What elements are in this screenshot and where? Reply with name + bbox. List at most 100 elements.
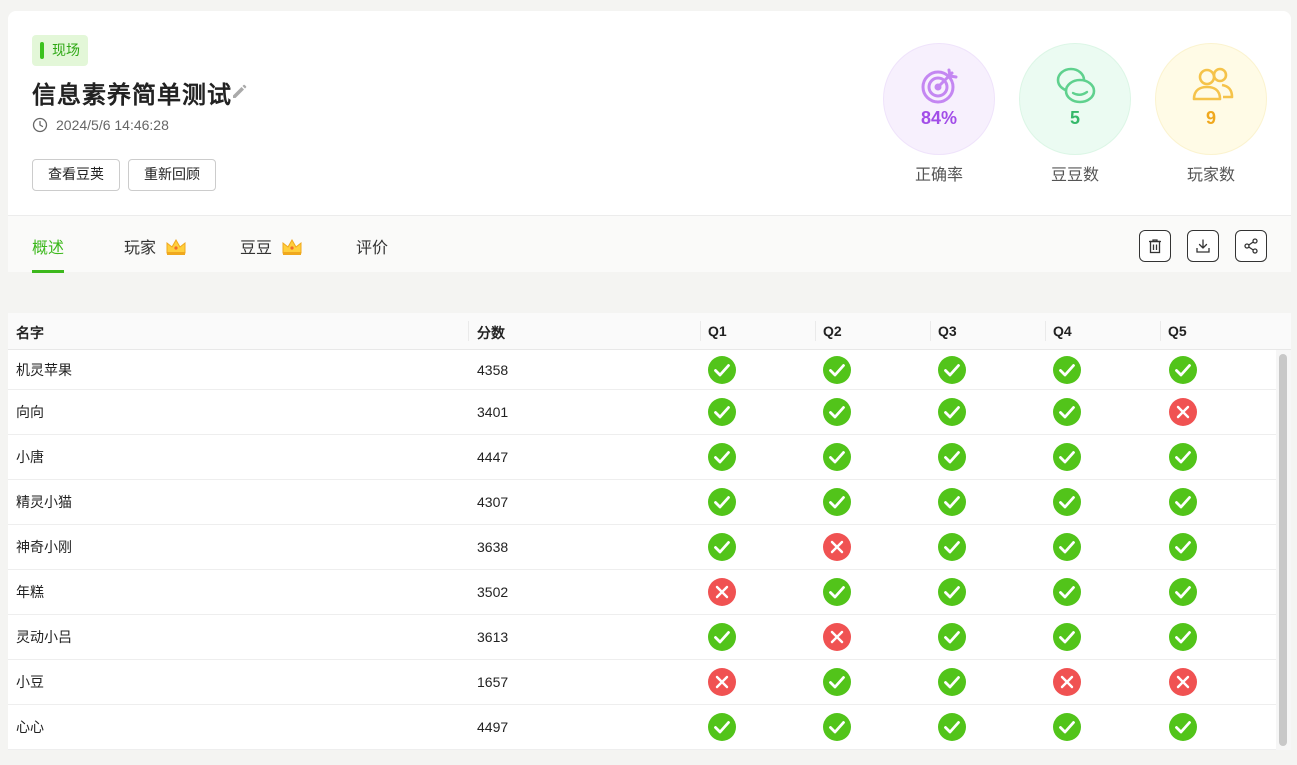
correct-check-icon [823,713,851,741]
table-row: 年糕 3502 [8,570,1276,615]
correct-check-icon [1169,355,1197,384]
table-row: 精灵小猫 4307 [8,480,1276,525]
col-q3-header: Q3 [938,323,957,339]
correct-check-icon [1053,713,1081,741]
correct-check-icon [823,578,851,606]
tab-overview-label: 概述 [32,238,65,257]
correct-check-icon [708,713,736,741]
wrong-cross-icon [708,578,736,606]
view-pods-button[interactable]: 查看豆荚 [32,159,120,191]
delete-button[interactable] [1139,230,1171,262]
player-score: 3401 [477,404,509,420]
correct-check-icon [823,398,851,426]
correct-check-icon [708,355,736,384]
tab-beans[interactable]: 豆豆 [240,234,303,258]
column-divider [815,321,816,341]
correct-check-icon [938,578,966,606]
column-divider [930,321,931,341]
share-button[interactable] [1235,230,1267,262]
stat-accuracy-circle: 84% [883,43,995,155]
wrong-cross-icon [823,623,851,651]
correct-check-icon [823,443,851,471]
correct-check-icon [1169,623,1197,651]
player-name: 精灵小猫 [16,494,72,510]
correct-check-icon [1053,443,1081,471]
wrong-cross-icon [1169,668,1197,696]
wrong-cross-icon [708,668,736,696]
tab-reviews[interactable]: 评价 [356,234,388,258]
correct-check-icon [708,488,736,516]
player-score: 1657 [477,674,509,690]
col-score-header: 分数 [477,325,505,341]
wrong-cross-icon [1053,668,1081,696]
tab-players-label: 玩家 [124,238,157,257]
col-name-header: 名字 [16,325,44,341]
correct-check-icon [1053,398,1081,426]
share-icon [1244,238,1258,254]
player-name: 神奇小刚 [16,539,72,555]
edit-icon[interactable] [230,82,248,105]
correct-check-icon [938,713,966,741]
replay-button[interactable]: 重新回顾 [128,159,216,191]
download-button[interactable] [1187,230,1219,262]
players-value: 9 [1205,108,1216,128]
correct-check-icon [1053,578,1081,606]
correct-check-icon [1053,355,1081,384]
col-q4-header: Q4 [1053,323,1072,339]
table-row: 心心 4497 [8,705,1276,750]
correct-check-icon [1169,488,1197,516]
correct-check-icon [938,488,966,516]
tab-bar: 概述 玩家 豆豆 评价 [8,215,1291,273]
quiz-datetime: 2024/5/6 14:46:28 [56,117,169,133]
player-name: 灵动小吕 [16,629,72,645]
tab-overview[interactable]: 概述 [32,234,64,258]
correct-check-icon [938,355,966,384]
tab-beans-label: 豆豆 [240,238,273,257]
player-score: 4447 [477,449,509,465]
tag-label: 现场 [52,42,80,58]
player-score: 3638 [477,539,509,555]
stat-players-circle: 9 [1155,43,1267,155]
correct-check-icon [1169,713,1197,741]
scrollbar-thumb[interactable] [1279,354,1287,746]
clock-icon [32,117,48,138]
player-score: 3502 [477,584,509,600]
correct-check-icon [938,398,966,426]
tab-players[interactable]: 玩家 [124,234,187,258]
crown-icon [282,238,302,255]
crown-icon [166,238,186,255]
results-table: 名字 分数 Q1 Q2 Q3 Q4 Q5 机灵苹果 4358 向向 3401 小唐 444… [8,313,1291,750]
col-q5-header: Q5 [1168,323,1187,339]
correct-check-icon [823,355,851,384]
stat-players: 9 玩家数 [1155,43,1267,185]
users-icon [1192,67,1234,101]
player-name: 小豆 [16,674,44,690]
correct-check-icon [1169,533,1197,561]
player-score: 4358 [477,361,509,378]
download-icon [1196,239,1210,253]
player-name: 心心 [16,719,44,735]
player-name: 小唐 [16,449,44,465]
correct-check-icon [708,398,736,426]
col-q1-header: Q1 [708,323,727,339]
beans-icon [1056,67,1096,104]
beans-value: 5 [1069,108,1080,128]
correct-check-icon [1053,488,1081,516]
player-score: 4307 [477,494,509,510]
player-name: 向向 [16,404,44,420]
tab-reviews-label: 评价 [356,238,389,257]
correct-check-icon [823,488,851,516]
table-row: 灵动小吕 3613 [8,615,1276,660]
correct-check-icon [823,668,851,696]
table-row: 机灵苹果 4358 [8,350,1276,390]
live-tag: 现场 [32,35,88,66]
col-q2-header: Q2 [823,323,842,339]
table-body: 机灵苹果 4358 向向 3401 小唐 4447 精灵小猫 4307 神奇小刚 3638 年糕 35… [8,350,1276,750]
correct-check-icon [938,533,966,561]
table-row: 小豆 1657 [8,660,1276,705]
wrong-cross-icon [1169,398,1197,426]
trash-icon [1149,239,1161,254]
stat-beans: 5 豆豆数 [1019,43,1131,185]
column-divider [1045,321,1046,341]
stat-beans-circle: 5 [1019,43,1131,155]
